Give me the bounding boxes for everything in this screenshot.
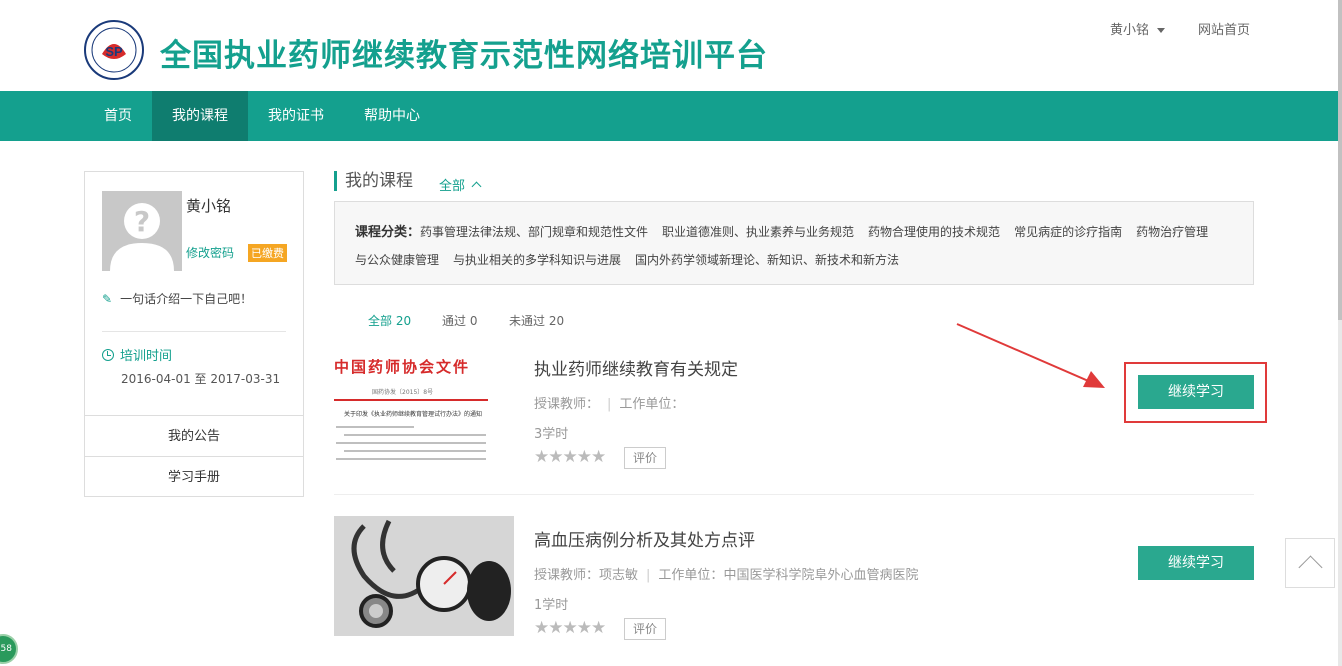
profile-sidebar: ? 黄小铭 修改密码 已缴费 ✎ 一句话介绍一下自己吧！ 培训时间 2016-04… [84, 171, 304, 497]
user-menu-name: 黄小铭 [1110, 23, 1150, 38]
course-category-panel: 课程分类：药事管理法律法规、部门规章和规范性文件 职业道德准则、执业素养与业务规范… [334, 201, 1254, 285]
study-manual-link[interactable]: 学习手册 [85, 456, 303, 497]
course-thumbnail[interactable]: 中国药师协会文件 国药协发〔2015〕8号 关于印发《执业药师继续教育管理试行办… [334, 346, 514, 466]
category-link[interactable]: 常见病症的诊疗指南 [1014, 225, 1122, 239]
site-home-link[interactable]: 网站首页 [1198, 19, 1250, 38]
back-to-top-button[interactable] [1285, 538, 1335, 588]
rate-button[interactable]: 评价 [624, 447, 666, 469]
continue-learning-button[interactable]: 继续学习 [1138, 546, 1254, 580]
category-row-1: 课程分类：药事管理法律法规、部门规章和规范性文件 职业道德准则、执业素养与业务规范… [355, 221, 1208, 240]
thumb-doc-body-text [336, 426, 486, 460]
pencil-icon: ✎ [102, 292, 113, 306]
highlight-annotation-box [1124, 362, 1267, 423]
tab-not-passed[interactable]: 未通过 20 [509, 312, 564, 329]
site-title: 全国执业药师继续教育示范性网络培训平台 [160, 38, 768, 74]
course-filter-dropdown[interactable]: 全部 [439, 175, 482, 194]
svg-text:SP: SP [105, 44, 123, 59]
page-title: 我的课程 [334, 171, 413, 191]
change-password-link[interactable]: 修改密码 [186, 244, 234, 261]
nav-item-help-center[interactable]: 帮助中心 [352, 91, 432, 141]
course-title[interactable]: 高血压病例分析及其处方点评 [534, 526, 755, 551]
meta-separator: | [607, 397, 612, 412]
floating-widget[interactable]: 58 [0, 634, 18, 664]
course-title[interactable]: 执业药师继续教育有关规定 [534, 355, 738, 380]
divider [102, 331, 286, 332]
star-rating-icon: ★★★★★ [534, 447, 606, 467]
course-hours: 3学时 [534, 427, 569, 442]
rate-button[interactable]: 评价 [624, 618, 666, 640]
divider [334, 494, 1254, 495]
unit-label: 工作单位： [619, 397, 685, 412]
course-thumbnail[interactable] [334, 516, 514, 636]
meta-separator: | [646, 568, 651, 583]
scrollbar-thumb[interactable] [1338, 0, 1342, 320]
main-nav: 首页 我的课程 我的证书 帮助中心 [0, 91, 1342, 141]
profile-bio-text: 一句话介绍一下自己吧！ [120, 292, 253, 306]
category-link[interactable]: 药物治疗管理 [1136, 225, 1208, 239]
teacher-name: 项志敏 [599, 568, 639, 583]
profile-name: 黄小铭 [186, 197, 232, 215]
teacher-label: 授课教师： [534, 397, 600, 412]
course-meta: 授课教师： | 工作单位： [534, 393, 684, 412]
profile-bio[interactable]: ✎ 一句话介绍一下自己吧！ [102, 290, 252, 307]
course-hours: 1学时 [534, 598, 569, 613]
category-link[interactable]: 国内外药学领域新理论、新知识、新技术和新方法 [635, 253, 899, 267]
training-time-range: 2016-04-01 至 2017-03-31 [121, 372, 281, 386]
nav-item-my-courses[interactable]: 我的课程 [152, 91, 248, 141]
tab-passed[interactable]: 通过 0 [442, 312, 477, 329]
chevron-up-icon [1298, 555, 1323, 580]
category-label: 课程分类： [355, 225, 421, 240]
category-link[interactable]: 与执业相关的多学科知识与进展 [453, 253, 621, 267]
teacher-label: 授课教师： [534, 568, 600, 583]
avatar[interactable]: ? [102, 191, 182, 271]
status-badge: 已缴费 [248, 244, 287, 262]
course-meta: 授课教师：项志敏 | 工作单位：中国医学科学院阜外心血管病医院 [534, 564, 918, 583]
thumb-doc-number: 国药协发〔2015〕8号 [372, 389, 434, 396]
chevron-up-icon [471, 181, 482, 192]
my-announcements-link[interactable]: 我的公告 [85, 415, 303, 456]
unit-label: 工作单位： [658, 568, 724, 583]
tab-all[interactable]: 全部 20 [368, 312, 411, 329]
course-filter-label: 全部 [439, 179, 466, 194]
chevron-down-icon [1157, 28, 1166, 33]
association-logo[interactable]: SP [84, 20, 144, 80]
unit-name: 中国医学科学院阜外心血管病医院 [723, 568, 919, 583]
thumb-doc-subject: 关于印发《执业药师继续教育管理试行办法》的通知 [344, 411, 483, 418]
training-time-label: 培训时间 [102, 345, 172, 364]
thumb-doc-title: 中国药师协会文件 [334, 358, 471, 376]
site-header: SP 全国执业药师继续教育示范性网络培训平台 黄小铭 网站首页 [0, 0, 1342, 91]
nav-item-home[interactable]: 首页 [84, 91, 152, 141]
category-link[interactable]: 药物合理使用的技术规范 [868, 225, 1000, 239]
nav-item-my-certificates[interactable]: 我的证书 [256, 91, 336, 141]
training-time-label-text: 培训时间 [120, 349, 173, 364]
category-link[interactable]: 药事管理法律法规、部门规章和规范性文件 [420, 225, 648, 239]
clock-icon [102, 349, 114, 361]
default-avatar-icon: ? [102, 191, 182, 271]
svg-text:?: ? [134, 205, 150, 238]
category-link[interactable]: 职业道德准则、执业素养与业务规范 [662, 225, 854, 239]
user-menu[interactable]: 黄小铭 [1110, 19, 1166, 38]
arrow-annotation-icon [956, 323, 1105, 388]
category-link[interactable]: 与公众健康管理 [355, 253, 439, 267]
star-rating-icon: ★★★★★ [534, 618, 606, 638]
category-row-2: 与公众健康管理 与执业相关的多学科知识与进展 国内外药学领域新理论、新知识、新技术和… [355, 251, 913, 268]
thumb-doc-rule [334, 399, 488, 401]
stethoscope-image [334, 516, 514, 636]
